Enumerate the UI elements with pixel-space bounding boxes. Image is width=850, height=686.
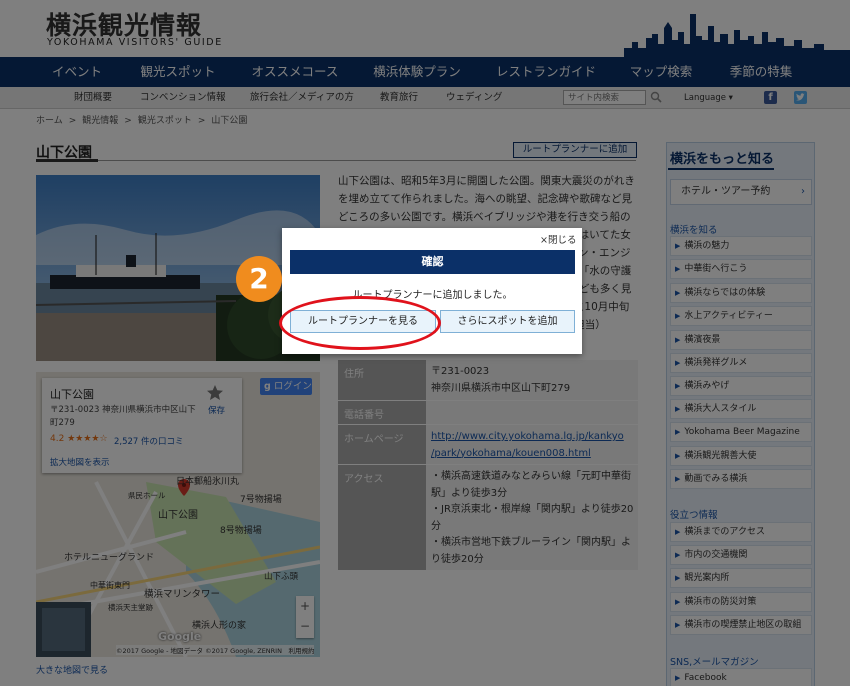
add-more-spots-button[interactable]: さらにスポットを追加 [440, 310, 575, 333]
highlight-ring [279, 296, 441, 350]
dialog-title: 確認 [290, 250, 575, 274]
dialog-close-button[interactable]: ×閉じる [540, 232, 576, 246]
step-number-badge: 2 [236, 256, 282, 302]
